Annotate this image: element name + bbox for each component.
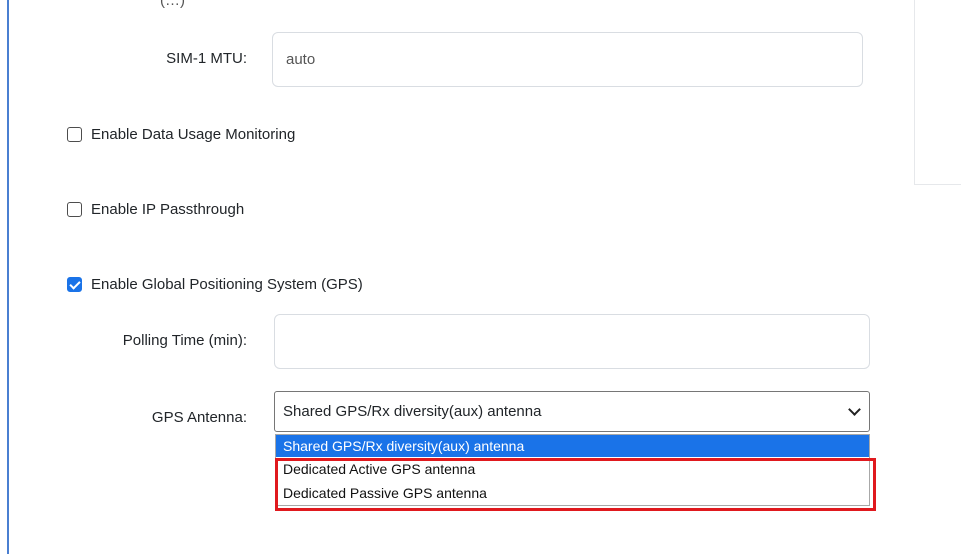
gps-antenna-label: GPS Antenna: [151, 409, 247, 426]
data-usage-row[interactable]: Enable Data Usage Monitoring [67, 126, 295, 143]
polling-time-input[interactable] [274, 314, 870, 369]
gps-antenna-option-passive[interactable]: Dedicated Passive GPS antenna [276, 481, 869, 505]
gps-antenna-selected-value: Shared GPS/Rx diversity(aux) antenna [283, 403, 542, 420]
frame-border-left [7, 0, 9, 554]
sim-mtu-label: SIM-1 MTU: [166, 50, 247, 67]
gps-antenna-option-active[interactable]: Dedicated Active GPS antenna [276, 457, 869, 481]
gps-antenna-dropdown-list: Shared GPS/Rx diversity(aux) antenna Ded… [275, 434, 870, 506]
sim-mtu-input[interactable] [272, 32, 863, 87]
ip-passthrough-label: Enable IP Passthrough [91, 201, 245, 218]
chevron-down-icon[interactable] [848, 403, 861, 416]
data-usage-checkbox[interactable] [67, 127, 82, 142]
clipped-field-label: (…) [160, 0, 185, 9]
ip-passthrough-row[interactable]: Enable IP Passthrough [67, 201, 244, 218]
gps-row[interactable]: Enable Global Positioning System (GPS) [67, 276, 363, 293]
gps-checkbox[interactable] [67, 277, 82, 292]
data-usage-label: Enable Data Usage Monitoring [91, 126, 296, 143]
gps-label: Enable Global Positioning System (GPS) [91, 276, 363, 293]
gps-antenna-select[interactable]: Shared GPS/Rx diversity(aux) antenna [274, 391, 870, 432]
polling-time-label: Polling Time (min): [122, 332, 247, 349]
gps-antenna-option-shared[interactable]: Shared GPS/Rx diversity(aux) antenna [276, 435, 869, 457]
ip-passthrough-checkbox[interactable] [67, 202, 82, 217]
side-panel [914, 0, 961, 185]
